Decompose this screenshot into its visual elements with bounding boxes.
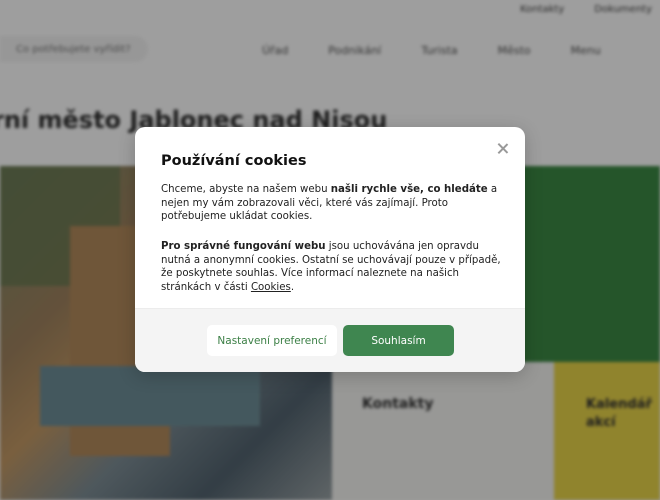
cookie-dialog: Používání cookies Chceme, abyste na naše… bbox=[135, 127, 525, 372]
cookie-text-2: Pro správné fungování webu jsou uchovává… bbox=[161, 240, 501, 295]
text-emphasis: Pro správné fungování webu bbox=[161, 241, 326, 252]
cookie-text-1: Chceme, abyste na našem webu našli rychl… bbox=[161, 183, 501, 224]
dialog-footer: Nastavení preferencí Souhlasím bbox=[135, 308, 525, 372]
close-icon[interactable] bbox=[495, 141, 511, 157]
text-segment: . bbox=[290, 282, 295, 294]
text-segment: Chceme, abyste na našem webu bbox=[161, 184, 331, 195]
text-emphasis: našli rychle vše, co hledáte bbox=[330, 184, 488, 195]
agree-button[interactable]: Souhlasím bbox=[343, 325, 454, 356]
dialog-title: Používání cookies bbox=[161, 153, 307, 169]
cookies-link[interactable]: Cookies bbox=[251, 282, 291, 293]
preferences-button[interactable]: Nastavení preferencí bbox=[207, 325, 337, 356]
